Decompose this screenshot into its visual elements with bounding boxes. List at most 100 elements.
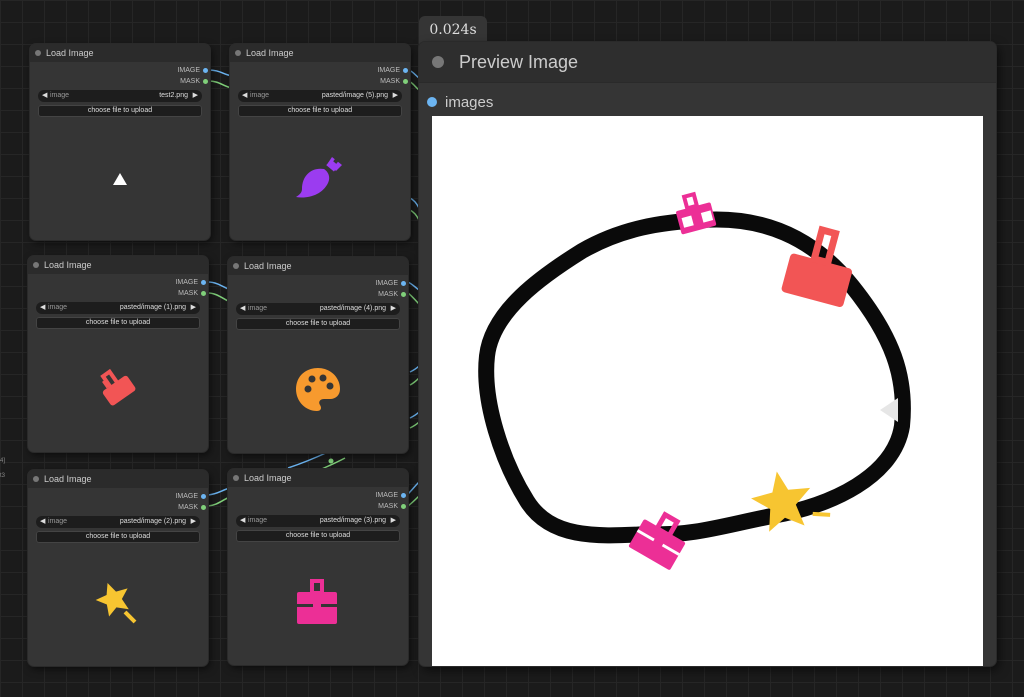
combo-label: image xyxy=(50,92,70,99)
right-arrow-icon[interactable]: ▶ xyxy=(193,90,198,102)
node-header[interactable]: Load Image xyxy=(28,470,208,488)
mask-socket[interactable] xyxy=(401,292,406,297)
output-image[interactable]: IMAGE xyxy=(228,490,408,501)
load-image-node[interactable]: Load Image IMAGE MASK ◀ image pasted/image… xyxy=(28,470,208,666)
right-arrow-icon[interactable]: ▶ xyxy=(191,302,196,314)
load-image-node[interactable]: Load Image IMAGE MASK ◀ image pasted/image… xyxy=(228,257,408,453)
preview-drawing xyxy=(478,191,911,570)
preview-image-node[interactable]: Preview Image images xyxy=(419,42,996,666)
load-image-node[interactable]: Load Image IMAGE MASK ◀ image pasted/image… xyxy=(230,44,410,240)
node-title: Load Image xyxy=(46,48,94,58)
output-mask[interactable]: MASK xyxy=(28,288,208,299)
output-label: IMAGE xyxy=(175,279,198,286)
collapse-dot[interactable] xyxy=(235,50,241,56)
image-combo[interactable]: ◀ image pasted/image (4).png ▶ xyxy=(236,303,400,315)
output-label: MASK xyxy=(378,503,398,510)
input-images[interactable]: images xyxy=(427,94,493,111)
mask-socket[interactable] xyxy=(201,505,206,510)
output-image[interactable]: IMAGE xyxy=(230,65,410,76)
load-image-node[interactable]: Load Image IMAGE MASK ◀ image pasted/image… xyxy=(28,256,208,452)
node-title: Preview Image xyxy=(459,52,579,72)
node-title: Load Image xyxy=(44,474,92,484)
left-arrow-icon[interactable]: ◀ xyxy=(240,303,245,315)
mask-socket[interactable] xyxy=(401,504,406,509)
load-image-node[interactable]: Load Image IMAGE MASK ◀ image test2.png ▶ c… xyxy=(30,44,210,240)
upload-button[interactable]: choose file to upload xyxy=(236,530,400,542)
mask-socket[interactable] xyxy=(201,291,206,296)
output-image[interactable]: IMAGE xyxy=(28,491,208,502)
combo-value: pasted/image (5).png xyxy=(321,92,388,99)
right-arrow-icon[interactable]: ▶ xyxy=(191,516,196,528)
output-label: MASK xyxy=(178,504,198,511)
upload-button[interactable]: choose file to upload xyxy=(36,531,200,543)
image-socket[interactable] xyxy=(427,97,437,107)
load-image-node[interactable]: Load Image IMAGE MASK ◀ image pasted/image… xyxy=(228,469,408,665)
output-image[interactable]: IMAGE xyxy=(228,278,408,289)
collapse-dot[interactable] xyxy=(33,262,39,268)
image-thumbnail xyxy=(28,578,208,628)
output-mask[interactable]: MASK xyxy=(230,76,410,87)
image-socket[interactable] xyxy=(401,493,406,498)
upload-button[interactable]: choose file to upload xyxy=(236,318,400,330)
output-mask[interactable]: MASK xyxy=(228,501,408,512)
output-mask[interactable]: MASK xyxy=(228,289,408,300)
upload-button[interactable]: choose file to upload xyxy=(238,105,402,117)
image-thumbnail xyxy=(230,152,410,202)
node-header[interactable]: Load Image xyxy=(228,257,408,275)
node-header[interactable]: Load Image xyxy=(230,44,410,62)
triangle-icon xyxy=(113,173,127,185)
mask-socket[interactable] xyxy=(403,79,408,84)
output-label: IMAGE xyxy=(375,492,398,499)
triangle-icon xyxy=(880,398,898,422)
image-combo[interactable]: ◀ image test2.png ▶ xyxy=(38,90,202,102)
left-arrow-icon[interactable]: ◀ xyxy=(40,516,45,528)
mask-socket[interactable] xyxy=(203,79,208,84)
image-socket[interactable] xyxy=(203,68,208,73)
node-header[interactable]: Load Image xyxy=(28,256,208,274)
output-label: IMAGE xyxy=(175,493,198,500)
collapse-dot[interactable] xyxy=(432,56,444,68)
output-image[interactable]: IMAGE xyxy=(30,65,210,76)
toolbox-icon xyxy=(297,579,337,624)
collapse-dot[interactable] xyxy=(233,475,239,481)
image-combo[interactable]: ◀ image pasted/image (3).png ▶ xyxy=(236,515,400,527)
left-arrow-icon[interactable]: ◀ xyxy=(240,515,245,527)
output-mask[interactable]: MASK xyxy=(28,502,208,513)
brush-icon xyxy=(296,157,342,198)
upload-button[interactable]: choose file to upload xyxy=(38,105,202,117)
preview-canvas[interactable] xyxy=(432,116,983,666)
node-header[interactable]: Load Image xyxy=(228,469,408,487)
node-header[interactable]: Load Image xyxy=(30,44,210,62)
image-combo[interactable]: ◀ image pasted/image (2).png ▶ xyxy=(36,516,200,528)
left-arrow-icon[interactable]: ◀ xyxy=(40,302,45,314)
collapse-dot[interactable] xyxy=(233,263,239,269)
image-thumbnail xyxy=(28,364,208,414)
offscreen-label: 4] xyxy=(0,458,6,464)
image-socket[interactable] xyxy=(201,494,206,499)
output-mask[interactable]: MASK xyxy=(30,76,210,87)
right-arrow-icon[interactable]: ▶ xyxy=(391,515,396,527)
image-socket[interactable] xyxy=(201,280,206,285)
image-thumbnail xyxy=(228,365,408,415)
upload-button[interactable]: choose file to upload xyxy=(36,317,200,329)
collapse-dot[interactable] xyxy=(35,50,41,56)
image-thumbnail xyxy=(30,164,210,194)
collapse-dot[interactable] xyxy=(33,476,39,482)
image-thumbnail xyxy=(228,577,408,629)
left-arrow-icon[interactable]: ◀ xyxy=(42,90,47,102)
output-image[interactable]: IMAGE xyxy=(28,277,208,288)
image-socket[interactable] xyxy=(401,281,406,286)
node-header[interactable]: Preview Image xyxy=(419,42,996,83)
right-arrow-icon[interactable]: ▶ xyxy=(393,90,398,102)
image-socket[interactable] xyxy=(403,68,408,73)
left-arrow-icon[interactable]: ◀ xyxy=(242,90,247,102)
node-title: Load Image xyxy=(246,48,294,58)
image-combo[interactable]: ◀ image pasted/image (1).png ▶ xyxy=(36,302,200,314)
image-combo[interactable]: ◀ image pasted/image (5).png ▶ xyxy=(238,90,402,102)
output-label: MASK xyxy=(378,291,398,298)
combo-label: image xyxy=(248,305,268,312)
output-label: MASK xyxy=(180,78,200,85)
magic-wand-icon xyxy=(95,582,137,624)
right-arrow-icon[interactable]: ▶ xyxy=(391,303,396,315)
node-title: Load Image xyxy=(244,261,292,271)
